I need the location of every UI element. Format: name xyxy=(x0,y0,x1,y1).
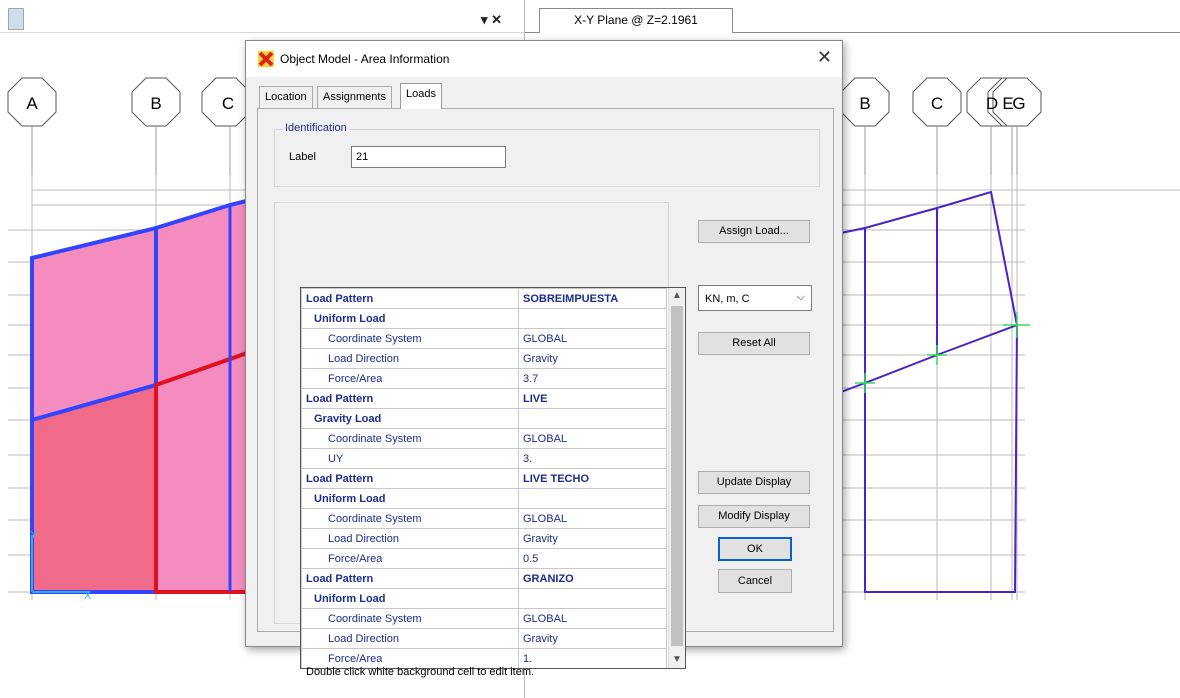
row-value-cell[interactable]: 1. xyxy=(518,648,667,668)
table-row[interactable]: Coordinate System GLOBAL xyxy=(301,328,667,349)
row-name-cell: Force/Area xyxy=(301,548,519,569)
close-icon[interactable]: ✕ xyxy=(817,47,832,68)
row-value-cell[interactable]: LIVE xyxy=(518,388,667,409)
grid-label-b: B xyxy=(150,94,161,113)
row-value-cell[interactable]: Gravity xyxy=(518,628,667,649)
row-value-cell[interactable] xyxy=(518,308,667,329)
table-row[interactable]: Force/Area 0.5 xyxy=(301,548,667,569)
row-name-cell: Uniform Load xyxy=(301,308,519,329)
table-row[interactable]: Coordinate System GLOBAL xyxy=(301,508,667,529)
scroll-up-icon[interactable]: ▲ xyxy=(669,288,685,304)
table-row[interactable]: Load Direction Gravity xyxy=(301,348,667,369)
row-name-cell: Load Direction xyxy=(301,628,519,649)
label-caption: Label xyxy=(289,151,316,163)
row-name-cell: Gravity Load xyxy=(301,408,519,429)
sap-logo-icon xyxy=(258,51,274,67)
row-value-cell[interactable]: GLOBAL xyxy=(518,328,667,349)
row-name-cell: Coordinate System xyxy=(301,428,519,449)
reset-all-button[interactable]: Reset All xyxy=(698,332,810,355)
scroll-thumb[interactable] xyxy=(671,306,683,646)
dialog-title: Object Model - Area Information xyxy=(280,52,450,66)
svg-text:X: X xyxy=(84,590,92,602)
table-row[interactable]: Uniform Load xyxy=(301,488,667,509)
table-row[interactable]: UY 3. xyxy=(301,448,667,469)
row-name-cell: Coordinate System xyxy=(301,508,519,529)
row-value-cell[interactable]: GRANIZO xyxy=(518,568,667,589)
row-name-cell: Load Pattern xyxy=(301,388,519,409)
table-row[interactable]: Uniform Load xyxy=(301,588,667,609)
row-name-cell: Load Direction xyxy=(301,528,519,549)
row-value-cell[interactable]: 3. xyxy=(518,448,667,469)
grid-scrollbar[interactable]: ▲ ▼ xyxy=(668,288,685,668)
table-row[interactable]: Load Direction Gravity xyxy=(301,528,667,549)
table-row[interactable]: Load Pattern LIVE xyxy=(301,388,667,409)
row-name-cell: Load Pattern xyxy=(301,288,519,309)
label-field[interactable] xyxy=(351,146,506,168)
grid-label-c: C xyxy=(222,94,234,113)
units-select[interactable]: KN, m, C ⌵ xyxy=(698,285,812,311)
row-value-cell[interactable]: GLOBAL xyxy=(518,428,667,449)
modify-display-button[interactable]: Modify Display xyxy=(698,505,810,528)
table-row[interactable]: Force/Area 3.7 xyxy=(301,368,667,389)
table-row[interactable]: Load Pattern SOBREIMPUESTA xyxy=(301,288,667,309)
assign-load-button[interactable]: Assign Load... xyxy=(698,220,810,243)
grid-label-d: D xyxy=(986,94,998,113)
grid-label-g: G xyxy=(1012,94,1025,113)
row-name-cell: Uniform Load xyxy=(301,488,519,509)
row-value-cell[interactable] xyxy=(518,588,667,609)
chevron-down-icon: ⌵ xyxy=(796,291,805,303)
row-value-cell[interactable]: SOBREIMPUESTA xyxy=(518,288,667,309)
ok-button[interactable]: OK xyxy=(718,537,792,561)
row-value-cell[interactable]: Gravity xyxy=(518,348,667,369)
row-value-cell[interactable]: GLOBAL xyxy=(518,608,667,629)
table-row[interactable]: Uniform Load xyxy=(301,308,667,329)
table-row[interactable]: Gravity Load xyxy=(301,408,667,429)
tab-loads[interactable]: Loads xyxy=(400,83,442,109)
scroll-down-icon[interactable]: ▼ xyxy=(669,652,685,668)
row-name-cell: Load Pattern xyxy=(301,568,519,589)
tab-location[interactable]: Location xyxy=(259,86,313,108)
tab-assignments[interactable]: Assignments xyxy=(317,86,392,108)
load-assignments-grid[interactable]: Load Pattern SOBREIMPUESTA Uniform Load Coo… xyxy=(300,287,686,669)
edit-hint: Double click white background cell to ed… xyxy=(306,666,535,678)
row-name-cell: Coordinate System xyxy=(301,608,519,629)
row-value-cell[interactable] xyxy=(518,488,667,509)
row-value-cell[interactable] xyxy=(518,408,667,429)
table-row[interactable]: Load Pattern GRANIZO xyxy=(301,568,667,589)
row-name-cell: Load Pattern xyxy=(301,468,519,489)
row-name-cell: Uniform Load xyxy=(301,588,519,609)
grid-label-c: C xyxy=(931,94,943,113)
grid-label-a: A xyxy=(26,94,38,113)
units-value: KN, m, C xyxy=(705,293,750,305)
row-name-cell: Force/Area xyxy=(301,368,519,389)
table-row[interactable]: Load Direction Gravity xyxy=(301,628,667,649)
identification-group: Identification Label xyxy=(274,122,820,187)
row-name-cell: Coordinate System xyxy=(301,328,519,349)
row-value-cell[interactable]: 0.5 xyxy=(518,548,667,569)
row-name-cell: Load Direction xyxy=(301,348,519,369)
cancel-button[interactable]: Cancel xyxy=(718,569,792,593)
grid-label-b: B xyxy=(859,94,870,113)
row-value-cell[interactable]: 3.7 xyxy=(518,368,667,389)
row-value-cell[interactable]: GLOBAL xyxy=(518,508,667,529)
row-name-cell: UY xyxy=(301,448,519,469)
dialog-titlebar[interactable]: Object Model - Area Information ✕ xyxy=(246,41,842,77)
area-information-dialog: Object Model - Area Information ✕ Locati… xyxy=(245,40,843,678)
table-row[interactable]: Coordinate System GLOBAL xyxy=(301,608,667,629)
update-display-button[interactable]: Update Display xyxy=(698,471,810,494)
row-value-cell[interactable]: Gravity xyxy=(518,528,667,549)
identification-legend: Identification xyxy=(283,122,349,134)
table-row[interactable]: Coordinate System GLOBAL xyxy=(301,428,667,449)
table-row[interactable]: Load Pattern LIVE TECHO xyxy=(301,468,667,489)
svg-text:Y: Y xyxy=(30,529,38,541)
row-value-cell[interactable]: LIVE TECHO xyxy=(518,468,667,489)
loads-tab-panel: Identification Label Load PatternSOBREIM… xyxy=(257,108,834,678)
